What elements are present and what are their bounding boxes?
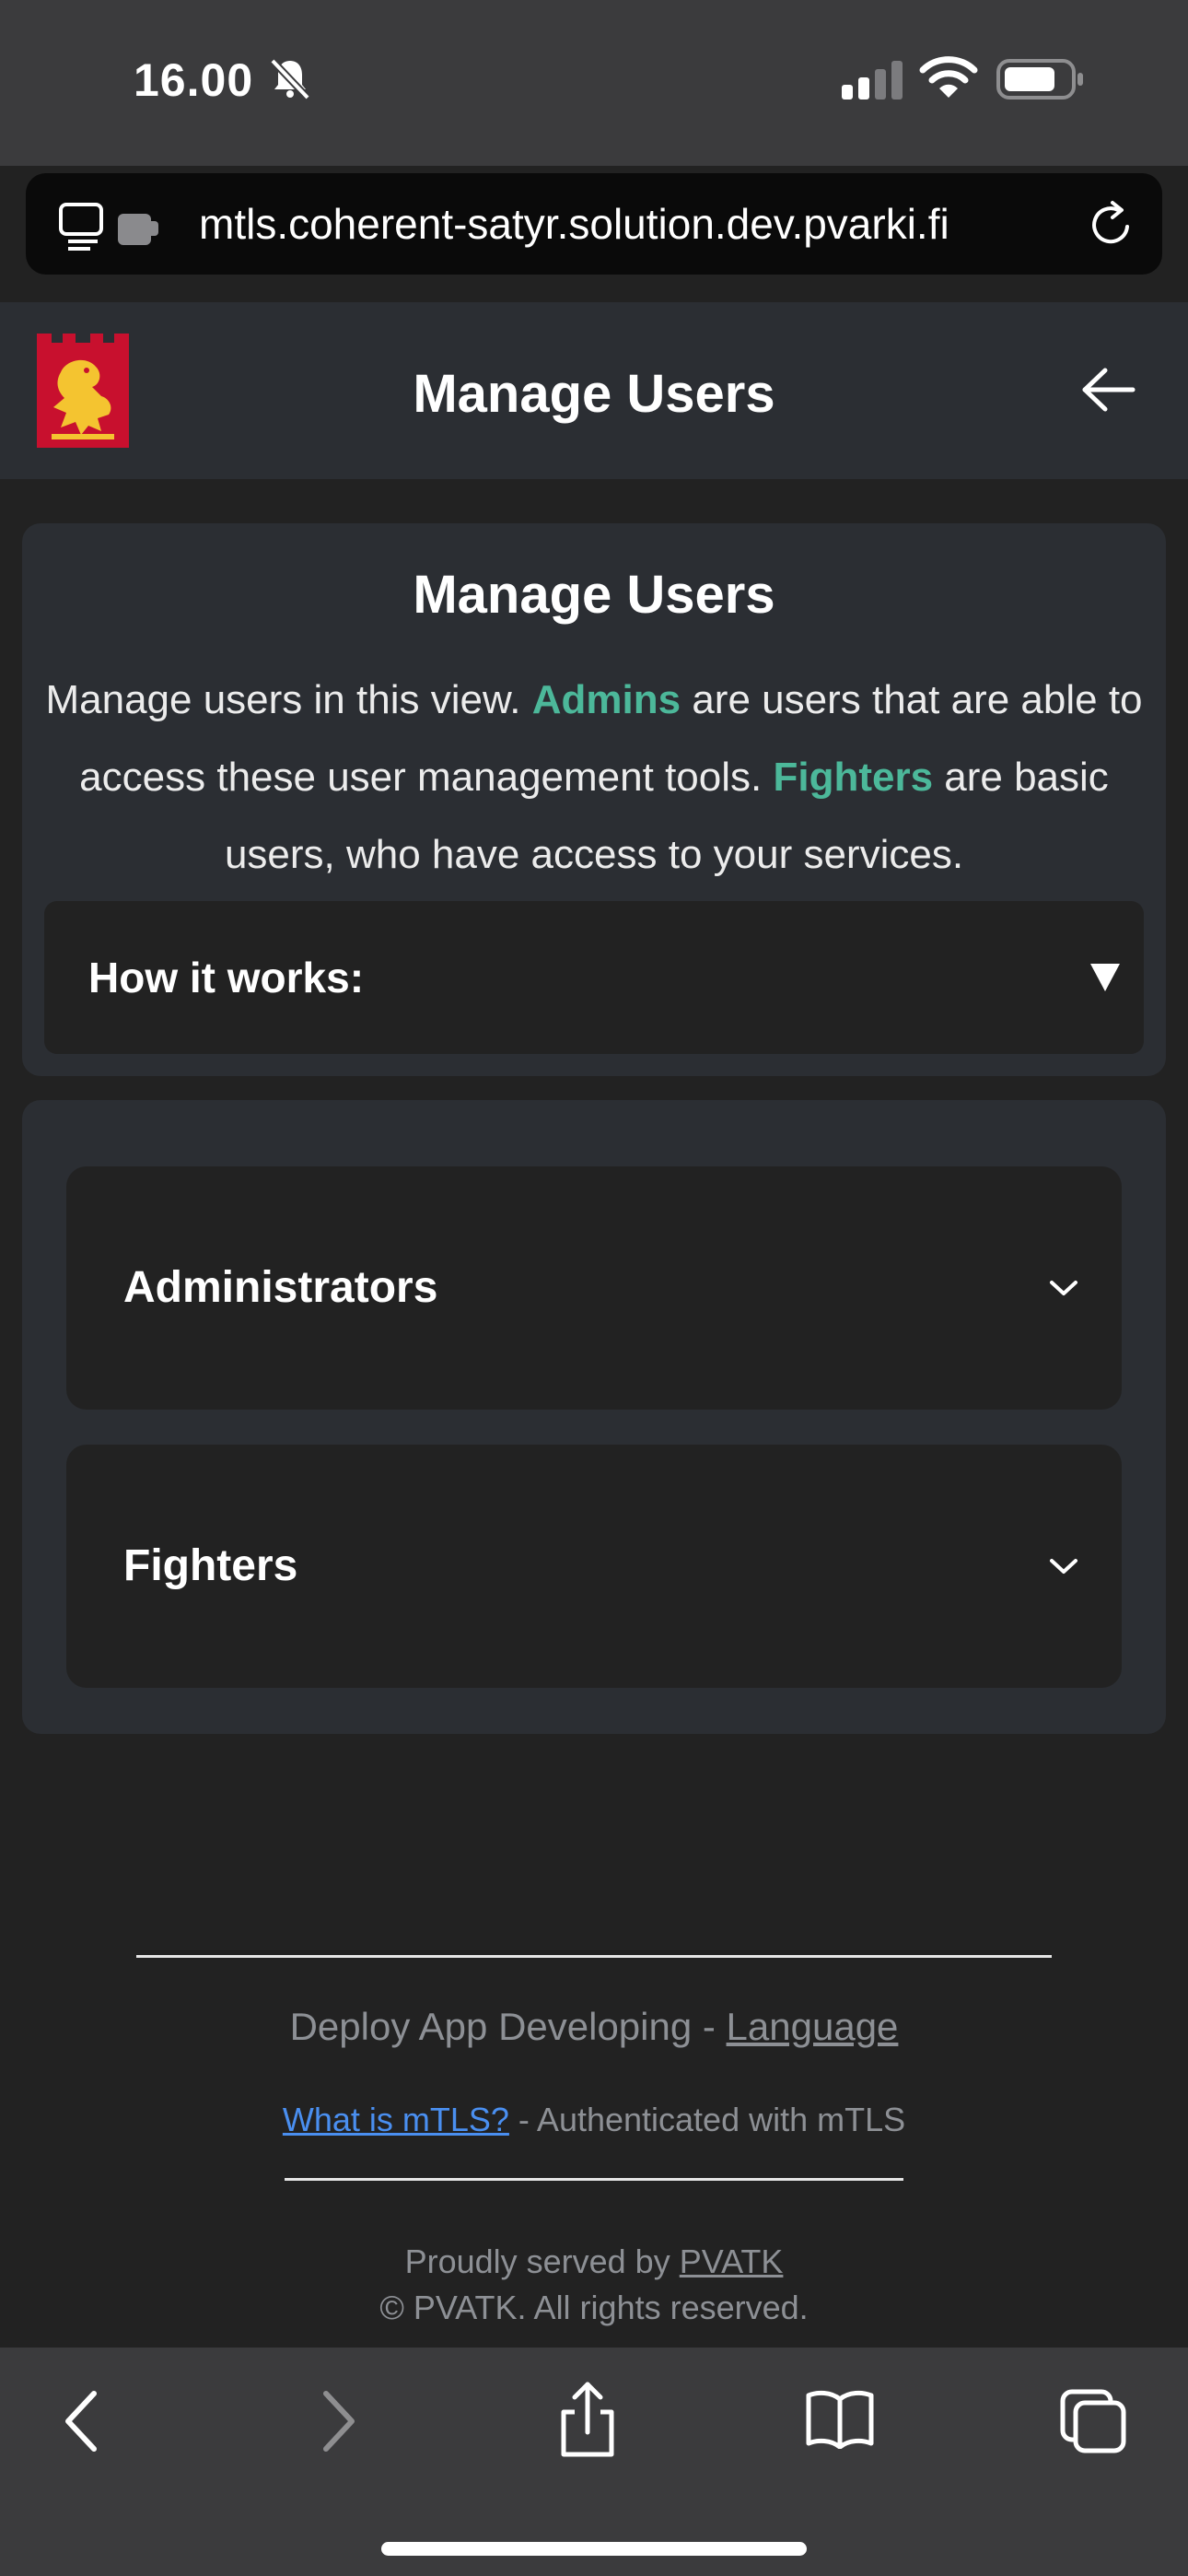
chevron-down-icon bbox=[1050, 1281, 1077, 1295]
share-icon[interactable] bbox=[558, 2381, 617, 2458]
app-status-text: Deploy App Developing - bbox=[289, 2005, 727, 2048]
status-bar: 16.00 bbox=[0, 0, 1188, 166]
url-text[interactable]: mtls.coherent-satyr.solution.dev.pvarki.… bbox=[199, 199, 949, 249]
triangle-down-icon bbox=[1090, 964, 1120, 991]
status-time: 16.00 bbox=[134, 54, 254, 106]
cellular-signal-icon bbox=[842, 61, 903, 100]
bookmarks-book-icon[interactable] bbox=[805, 2388, 875, 2449]
how-it-works-label: How it works: bbox=[88, 954, 365, 1001]
app-header: Manage Users bbox=[0, 302, 1188, 479]
address-bar[interactable]: mtls.coherent-satyr.solution.dev.pvarki.… bbox=[26, 173, 1162, 275]
user-groups-card: Administrators Fighters bbox=[22, 1100, 1166, 1734]
back-chevron-icon[interactable] bbox=[59, 2388, 105, 2454]
admins-term: Admins bbox=[531, 677, 681, 722]
chevron-down-icon bbox=[1050, 1559, 1077, 1574]
page-title: Manage Users bbox=[413, 364, 775, 424]
what-is-mtls-link[interactable]: What is mTLS? bbox=[283, 2101, 509, 2138]
arrow-left-icon[interactable] bbox=[1079, 367, 1136, 413]
footer-credits: Proudly served by PVATK © PVATK. All rig… bbox=[0, 2239, 1188, 2331]
administrators-label: Administrators bbox=[123, 1263, 438, 1312]
intro-card: Manage Users Manage users in this view. … bbox=[22, 523, 1166, 1076]
how-it-works-toggle[interactable]: How it works: bbox=[44, 901, 1144, 1054]
intro-description: Manage users in this view. Admins are us… bbox=[41, 662, 1147, 894]
silent-bell-icon bbox=[270, 58, 310, 100]
fighters-accordion[interactable]: Fighters bbox=[66, 1445, 1122, 1688]
footer-divider bbox=[285, 2178, 903, 2181]
tabs-overview-icon[interactable] bbox=[1059, 2388, 1127, 2454]
reload-icon[interactable] bbox=[1087, 199, 1138, 251]
footer-app-line: Deploy App Developing - Language bbox=[0, 2005, 1188, 2049]
home-indicator[interactable] bbox=[381, 2542, 807, 2556]
wifi-icon bbox=[919, 56, 978, 98]
copyright-text: © PVATK. All rights reserved. bbox=[379, 2289, 809, 2326]
browser-toolbar bbox=[0, 2348, 1188, 2576]
served-by-text: Proudly served by bbox=[404, 2242, 680, 2280]
footer-mtls-line: What is mTLS? - Authenticated with mTLS bbox=[0, 2101, 1188, 2139]
administrators-accordion[interactable]: Administrators bbox=[66, 1166, 1122, 1410]
pvatk-link[interactable]: PVATK bbox=[680, 2242, 784, 2280]
auth-status-text: - Authenticated with mTLS bbox=[508, 2101, 906, 2138]
footer-divider bbox=[136, 1955, 1052, 1958]
forward-chevron-icon[interactable] bbox=[315, 2388, 361, 2454]
intro-text-1: Manage users in this view. bbox=[45, 677, 532, 722]
fighters-term: Fighters bbox=[773, 755, 934, 800]
battery-icon bbox=[996, 59, 1083, 100]
fighters-label: Fighters bbox=[123, 1541, 298, 1590]
section-title: Manage Users bbox=[413, 565, 775, 625]
language-link[interactable]: Language bbox=[727, 2005, 899, 2048]
page-menu-icon[interactable] bbox=[59, 201, 188, 252]
